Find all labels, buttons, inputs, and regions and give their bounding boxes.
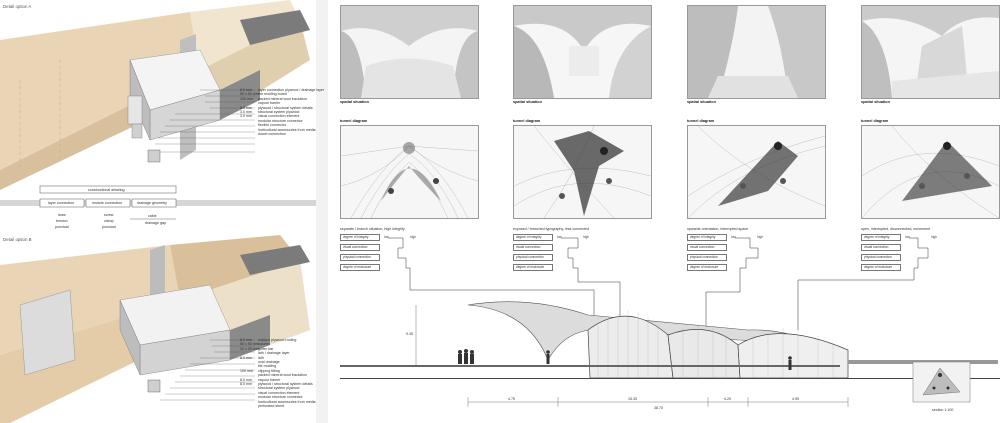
spatial-label-4: spatial situation: [861, 100, 890, 104]
description-4: open, interrupted, disconnected, movemen…: [861, 227, 931, 231]
rating-row: visual connection: [513, 244, 553, 251]
high-label: high: [931, 235, 938, 239]
matrix-cell: cable: [148, 214, 157, 218]
rating-row: degree of integrity: [340, 234, 380, 241]
tunnel-label-2: tunnel diagram: [513, 119, 541, 123]
description-2: exposed / branched typography, less conn…: [513, 227, 590, 231]
tunnel-diagram-1: [340, 125, 479, 219]
rating-row: physical connection: [340, 254, 380, 261]
rating-row: degree of enclosure: [513, 264, 553, 271]
rating-row: degree of integrity: [687, 234, 727, 241]
dimension-label: 4.20: [724, 397, 731, 401]
rating-row: degree of enclosure: [687, 264, 727, 271]
detailing-header: constructional detailing: [88, 187, 125, 192]
rating-row: visual connection: [861, 244, 901, 251]
low-label: low: [557, 235, 562, 239]
matrix-cell: punctual: [102, 225, 116, 229]
height-dimension: 9.45: [406, 332, 413, 336]
right-analysis-panel: spatial situation spatial situation spat…: [328, 0, 1000, 423]
matrix-cell: screw: [104, 213, 114, 217]
spatial-label-1: spatial situation: [340, 100, 369, 104]
spatial-render-1: [340, 5, 479, 99]
spatial-render-2: [513, 5, 652, 99]
dimension-label: 4.75: [508, 397, 515, 401]
dimension-label: 4.95: [792, 397, 799, 401]
rating-row: visual connection: [340, 244, 380, 251]
spatial-render-4: [861, 5, 1000, 99]
dimension-label: 15.35: [628, 397, 637, 401]
matrix-cell: clamp: [104, 219, 114, 223]
tunnel-label-1: tunnel diagram: [340, 119, 368, 123]
matrix-cell: punctual: [55, 225, 69, 229]
high-label: high: [757, 235, 764, 239]
low-label: low: [905, 235, 910, 239]
spatial-label-3: spatial situation: [687, 100, 716, 104]
description-3: upwards orientation, interrupted space: [687, 227, 749, 231]
spatial-render-3: [687, 5, 826, 99]
matrix-cell: draw: [58, 213, 66, 217]
rating-row: degree of enclosure: [861, 264, 901, 271]
high-label: high: [410, 235, 417, 239]
section-scale-label: section 1:100: [932, 408, 954, 412]
tunnel-label-4: tunnel diagram: [861, 119, 889, 123]
tunnel-diagram-2: [513, 125, 652, 219]
detail-b-title: Detail option B: [3, 237, 32, 242]
rating-row: degree of integrity: [513, 234, 553, 241]
low-label: low: [384, 235, 389, 239]
left-detail-panel: Detail option A 8.0 mm 50 x 50 mm 100 mm…: [0, 0, 324, 423]
tunnel-label-3: tunnel diagram: [687, 119, 715, 123]
tab-layer-connection[interactable]: layer connection: [48, 201, 74, 205]
rating-row: degree of integrity: [861, 234, 901, 241]
tunnel-diagram-3: [687, 125, 826, 219]
tab-drainage-geometry[interactable]: drainage geometry: [137, 201, 167, 205]
rating-row: degree of enclosure: [340, 264, 380, 271]
rating-row: physical connection: [687, 254, 727, 261]
spatial-label-2: spatial situation: [513, 100, 542, 104]
low-label: low: [731, 235, 736, 239]
matrix-cell: drainage gap: [145, 221, 166, 225]
rating-row: physical connection: [861, 254, 901, 261]
matrix-cell: tension: [56, 219, 68, 223]
rating-row: physical connection: [513, 254, 553, 261]
tab-module-connection[interactable]: module connection: [92, 201, 122, 205]
tunnel-diagram-4: [861, 125, 1000, 219]
high-label: high: [583, 235, 590, 239]
description-1: separate / branch situation, high integr…: [340, 227, 405, 231]
total-dimension: 38.70: [654, 406, 663, 410]
rating-row: visual connection: [687, 244, 727, 251]
